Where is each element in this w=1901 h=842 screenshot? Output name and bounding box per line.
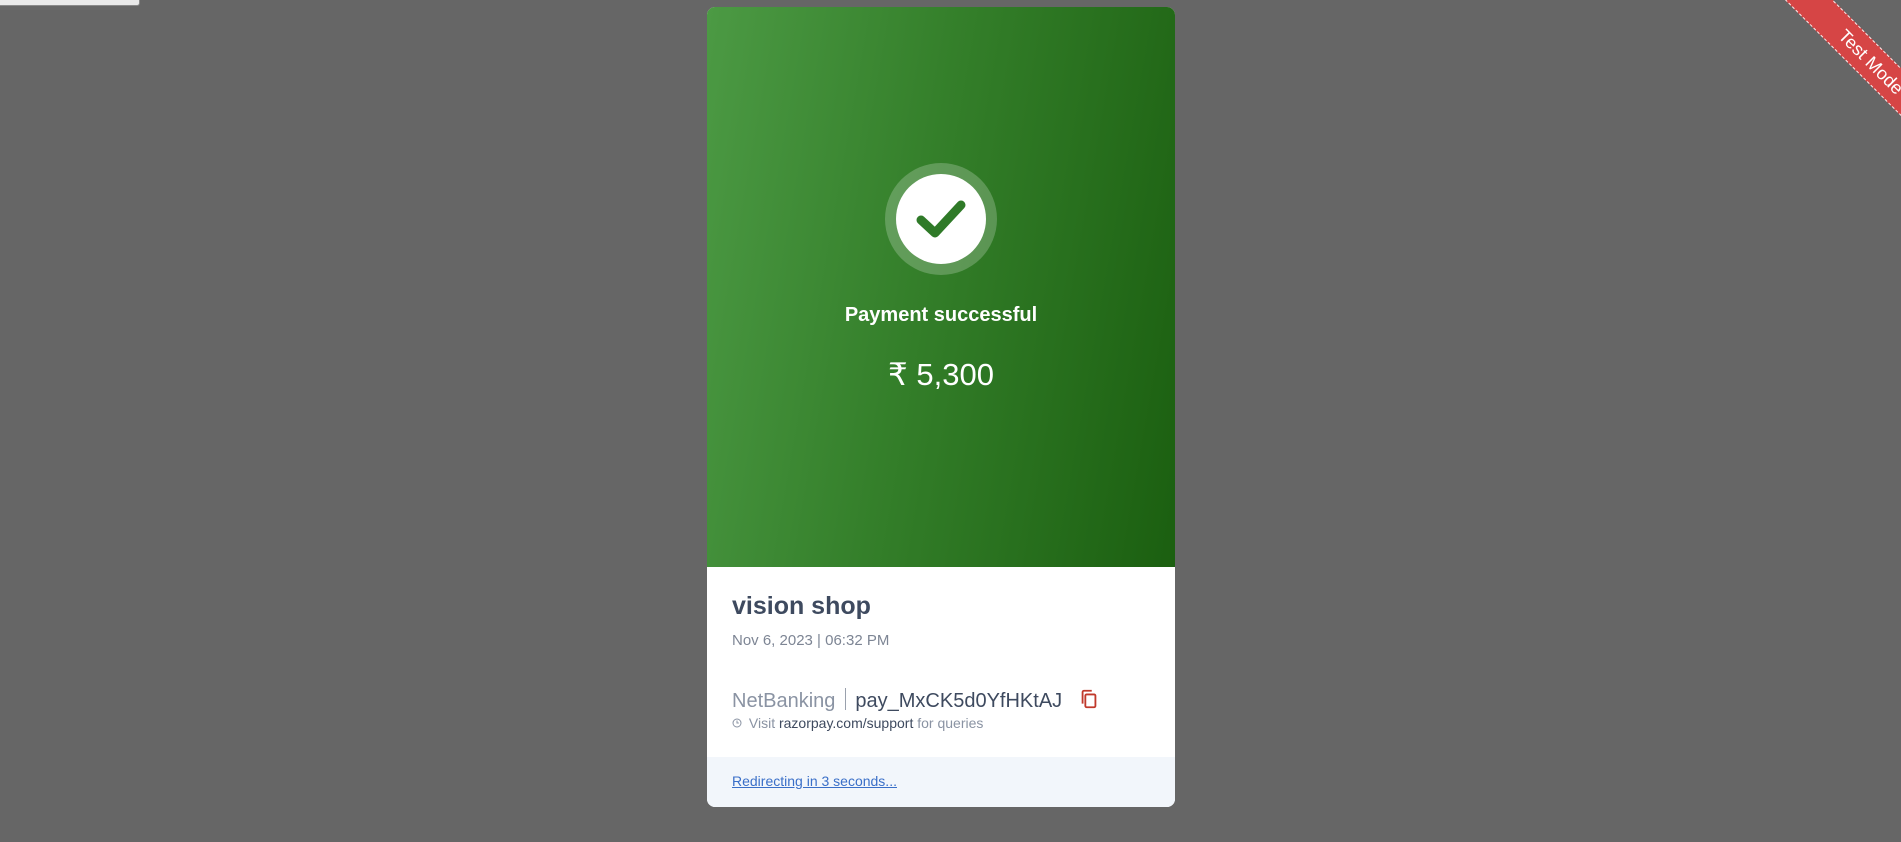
transaction-datetime: Nov 6, 2023 | 06:32 PM xyxy=(732,632,890,649)
payment-card: Payment successful ₹ 5,300 vision shop N… xyxy=(707,7,1175,807)
payment-status-text: Payment successful xyxy=(844,304,1038,326)
redirect-link[interactable]: Redirecting in 3 seconds... xyxy=(732,773,897,789)
redirect-footer: Redirecting in 3 seconds... xyxy=(707,757,1175,807)
support-prefix: Visit xyxy=(748,715,776,731)
check-circle-icon xyxy=(885,163,997,275)
divider xyxy=(845,688,847,710)
support-info: Visit razorpay.com/support for queries xyxy=(732,715,983,731)
checkmark-icon xyxy=(916,200,966,238)
collapsed-toolbar-tab[interactable] xyxy=(0,0,140,6)
copy-icon[interactable] xyxy=(1078,688,1100,710)
support-link[interactable]: razorpay.com/support xyxy=(779,715,913,731)
support-suffix: for queries xyxy=(917,715,984,731)
test-mode-label: Test Mode xyxy=(1781,0,1901,150)
test-mode-ribbon: Test Mode xyxy=(1751,0,1901,150)
payment-amount: ₹ 5,300 xyxy=(888,357,994,392)
success-banner: Payment successful ₹ 5,300 xyxy=(707,7,1175,567)
payment-details: NetBanking pay_MxCK5d0YfHKtAJ xyxy=(732,688,1100,713)
payment-id: pay_MxCK5d0YfHKtAJ xyxy=(855,690,1063,712)
clock-icon xyxy=(732,718,742,728)
payment-method: NetBanking xyxy=(732,690,836,712)
merchant-name: vision shop xyxy=(732,592,871,620)
